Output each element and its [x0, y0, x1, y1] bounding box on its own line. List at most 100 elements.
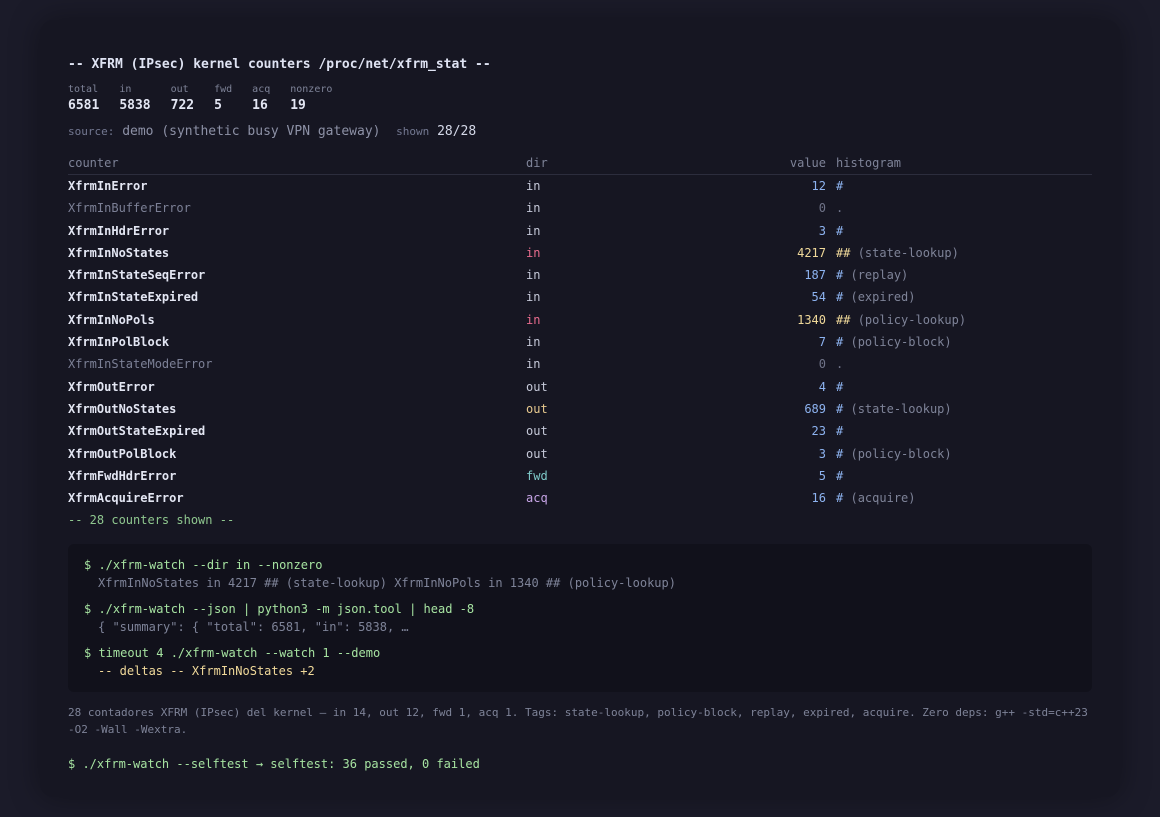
- stat-acq: acq 16: [252, 83, 270, 115]
- counter-dir: in: [526, 312, 541, 327]
- counter-value: 1340: [797, 312, 826, 327]
- counter-name: XfrmInPolBlock: [68, 335, 170, 350]
- stat-value: 19: [290, 98, 306, 113]
- console-command: $ ./xfrm-watch --json | python3 -m json.…: [84, 602, 475, 617]
- console-output: XfrmInNoStates in 4217 ## (state-lookup)…: [98, 576, 676, 591]
- counter-name: XfrmOutError: [68, 379, 155, 394]
- stat-value: 16: [252, 98, 268, 113]
- counter-name: XfrmFwdHdrError: [68, 468, 177, 483]
- counter-histogram: # (acquire): [836, 487, 1092, 509]
- counter-histogram: #: [836, 376, 1092, 398]
- source-line: source: demo (synthetic busy VPN gateway…: [68, 123, 1092, 141]
- counter-histogram: # (state-lookup): [836, 398, 1092, 420]
- counter-value: 689: [804, 401, 826, 416]
- stat-out: out 722: [171, 83, 194, 115]
- page-title: -- XFRM (IPsec) kernel counters /proc/ne…: [68, 57, 491, 72]
- header-value: value: [789, 156, 826, 170]
- console-examples: $ ./xfrm-watch --dir in --nonzero XfrmIn…: [68, 544, 1092, 693]
- histogram-bar: #: [836, 179, 844, 193]
- counter-histogram: ## (state-lookup): [836, 242, 1092, 264]
- counter-dir: out: [526, 446, 548, 461]
- histogram-bar: .: [836, 357, 844, 372]
- console-output: -- deltas -- XfrmInNoStates +2: [98, 664, 315, 679]
- shown-value: 28/28: [437, 124, 477, 139]
- table-row: XfrmInPolBlock in 7 # (policy-block): [68, 331, 1092, 353]
- histogram-tag: (acquire): [850, 491, 916, 506]
- counter-dir: fwd: [526, 468, 548, 483]
- counter-dir: acq: [526, 491, 548, 506]
- counter-name: XfrmInError: [68, 179, 148, 193]
- counter-name: XfrmInBufferError: [68, 201, 191, 216]
- counter-dir: out: [526, 401, 548, 416]
- counter-name: XfrmInNoStates: [68, 245, 170, 260]
- histogram-bar: ##: [836, 312, 851, 327]
- counter-dir: out: [526, 379, 548, 394]
- histogram-tag: (replay): [850, 268, 909, 283]
- counter-dir: in: [526, 179, 541, 193]
- counter-value: 0: [818, 201, 826, 216]
- histogram-bar: #: [836, 491, 844, 506]
- table-row: XfrmInStateModeError in 0.: [68, 353, 1092, 375]
- counter-name: XfrmInNoPols: [68, 312, 155, 327]
- description-note: 28 contadores XFRM (IPsec) del kernel — …: [68, 706, 1088, 737]
- table-header: counter dir value histogram: [68, 154, 1092, 175]
- counter-dir: in: [526, 290, 541, 305]
- histogram-bar: #: [836, 424, 844, 439]
- counter-name: XfrmOutNoStates: [68, 401, 177, 416]
- table-row: XfrmFwdHdrError fwd 5 #: [68, 465, 1092, 487]
- counter-histogram: # (policy-block): [836, 443, 1092, 465]
- table-row: XfrmAcquireError acq 16 # (acquire): [68, 487, 1092, 509]
- counter-histogram: # (expired): [836, 286, 1092, 308]
- counter-name: XfrmInStateSeqError: [68, 268, 206, 283]
- stat-total: total 6581: [68, 83, 99, 115]
- histogram-bar: ##: [836, 245, 851, 260]
- counter-value: 0: [818, 357, 826, 372]
- selftest-line: $ ./xfrm-watch --selftest → selftest: 36…: [68, 757, 480, 772]
- stat-label: fwd: [214, 84, 233, 95]
- counter-name: XfrmAcquireError: [68, 491, 184, 506]
- header-counter: counter: [68, 156, 119, 170]
- counter-dir: in: [526, 357, 541, 372]
- counter-name: XfrmInStateExpired: [68, 290, 199, 305]
- counter-name: XfrmInHdrError: [68, 223, 170, 238]
- console-command: $ ./xfrm-watch --dir in --nonzero: [84, 558, 323, 573]
- summary-stats: total 6581 in 5838 out 722 fwd 5 acq 16 …: [68, 83, 1092, 115]
- counter-value: 3: [818, 446, 826, 461]
- stat-value: 6581: [68, 98, 100, 113]
- counter-value: 23: [811, 424, 826, 439]
- table-row: XfrmInStateSeqError in 187 # (replay): [68, 264, 1092, 286]
- counter-dir: out: [526, 424, 548, 439]
- shown-label: shown: [396, 125, 430, 138]
- stat-label: out: [170, 84, 189, 95]
- stat-value: 5: [214, 98, 222, 113]
- source-label: source:: [68, 125, 115, 138]
- counter-histogram: #: [836, 220, 1092, 242]
- counter-histogram: .: [836, 197, 1092, 219]
- histogram-bar: #: [836, 468, 844, 483]
- stat-in: in 5838: [119, 83, 150, 115]
- counter-value: 16: [811, 491, 826, 506]
- console-command: $ timeout 4 ./xfrm-watch --watch 1 --dem…: [84, 646, 381, 661]
- counter-histogram: #: [836, 420, 1092, 442]
- histogram-bar: #: [836, 290, 844, 305]
- counter-histogram: .: [836, 353, 1092, 375]
- counter-value: 187: [804, 268, 826, 283]
- header-histogram: histogram: [836, 156, 902, 170]
- counter-dir: in: [526, 268, 541, 283]
- counter-value: 7: [818, 335, 826, 350]
- stat-value: 5838: [119, 98, 151, 113]
- counter-histogram: # (policy-block): [836, 331, 1092, 353]
- console-output: { "summary": { "total": 6581, "in": 5838…: [98, 620, 409, 635]
- counter-histogram: ## (policy-lookup): [836, 309, 1092, 331]
- table-row: XfrmOutError out 4 #: [68, 376, 1092, 398]
- table-row: XfrmInNoPols in 1340 ## (policy-lookup): [68, 309, 1092, 331]
- counter-histogram: # (replay): [836, 264, 1092, 286]
- table-row: XfrmOutPolBlock out 3 # (policy-block): [68, 443, 1092, 465]
- counter-dir: in: [526, 335, 541, 350]
- counter-value: 4: [818, 379, 826, 394]
- counter-name: XfrmInStateModeError: [68, 357, 213, 372]
- histogram-bar: #: [836, 268, 844, 283]
- counter-value: 3: [818, 223, 826, 238]
- stat-label: nonzero: [290, 84, 333, 95]
- stat-fwd: fwd 5: [214, 83, 232, 115]
